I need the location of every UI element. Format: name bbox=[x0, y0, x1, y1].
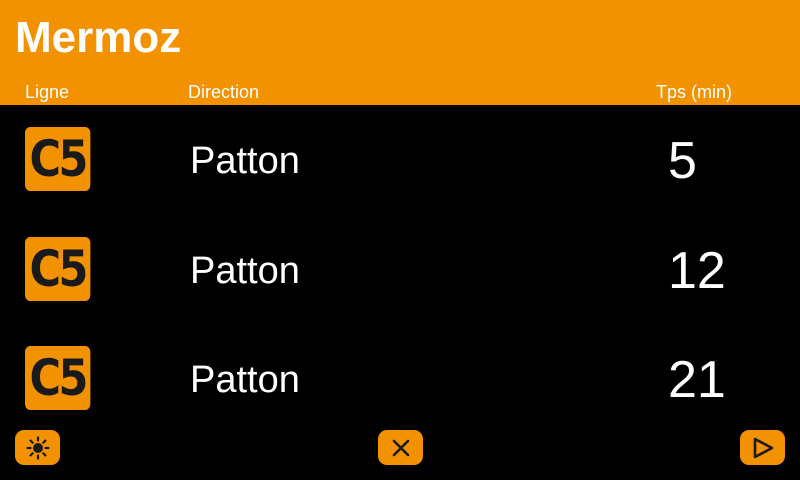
direction-label: Patton bbox=[190, 250, 300, 292]
departure-row: C5 Patton 12 bbox=[0, 215, 800, 325]
direction-label: Patton bbox=[190, 359, 300, 401]
header-bar: Mermoz Ligne Direction Tps (min) bbox=[0, 0, 800, 105]
departure-board: Mermoz Ligne Direction Tps (min) C5 Patt… bbox=[0, 0, 800, 480]
column-header-line: Ligne bbox=[25, 82, 70, 102]
line-badge: C5 bbox=[25, 237, 91, 301]
close-button[interactable] bbox=[378, 430, 423, 465]
close-icon bbox=[392, 439, 409, 456]
wait-minutes: 5 bbox=[668, 132, 697, 190]
wait-minutes: 12 bbox=[668, 242, 726, 300]
play-next-icon bbox=[753, 437, 773, 458]
stop-name-title: Mermoz bbox=[15, 13, 182, 62]
column-header-direction: Direction bbox=[188, 82, 260, 102]
column-header-time: Tps (min) bbox=[656, 82, 732, 102]
line-badge: C5 bbox=[25, 346, 91, 410]
direction-label: Patton bbox=[190, 140, 300, 182]
departure-row: C5 Patton 21 bbox=[0, 324, 800, 434]
line-badge: C5 bbox=[25, 127, 91, 191]
brightness-icon bbox=[25, 435, 50, 460]
departure-row: C5 Patton 5 bbox=[0, 105, 800, 215]
brightness-button[interactable] bbox=[15, 430, 60, 465]
wait-minutes: 21 bbox=[668, 351, 726, 409]
next-page-button[interactable] bbox=[740, 430, 785, 465]
